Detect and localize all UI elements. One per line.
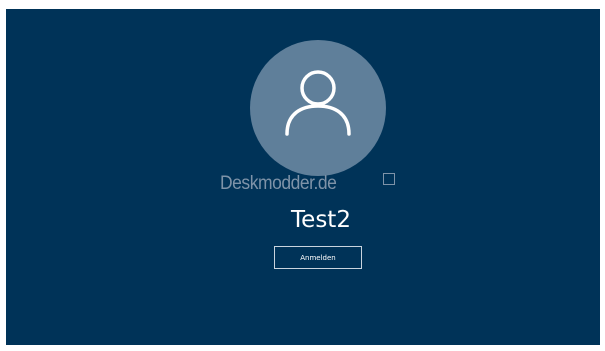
- watermark-icon: [383, 173, 395, 185]
- user-name: Test2: [291, 207, 351, 233]
- user-icon: [285, 70, 351, 136]
- sign-in-button[interactable]: Anmelden: [274, 246, 362, 269]
- lock-screen: Deskmodder.de Test2 Anmelden: [6, 9, 600, 345]
- user-avatar: [250, 40, 386, 176]
- watermark-text: Deskmodder.de: [220, 173, 337, 194]
